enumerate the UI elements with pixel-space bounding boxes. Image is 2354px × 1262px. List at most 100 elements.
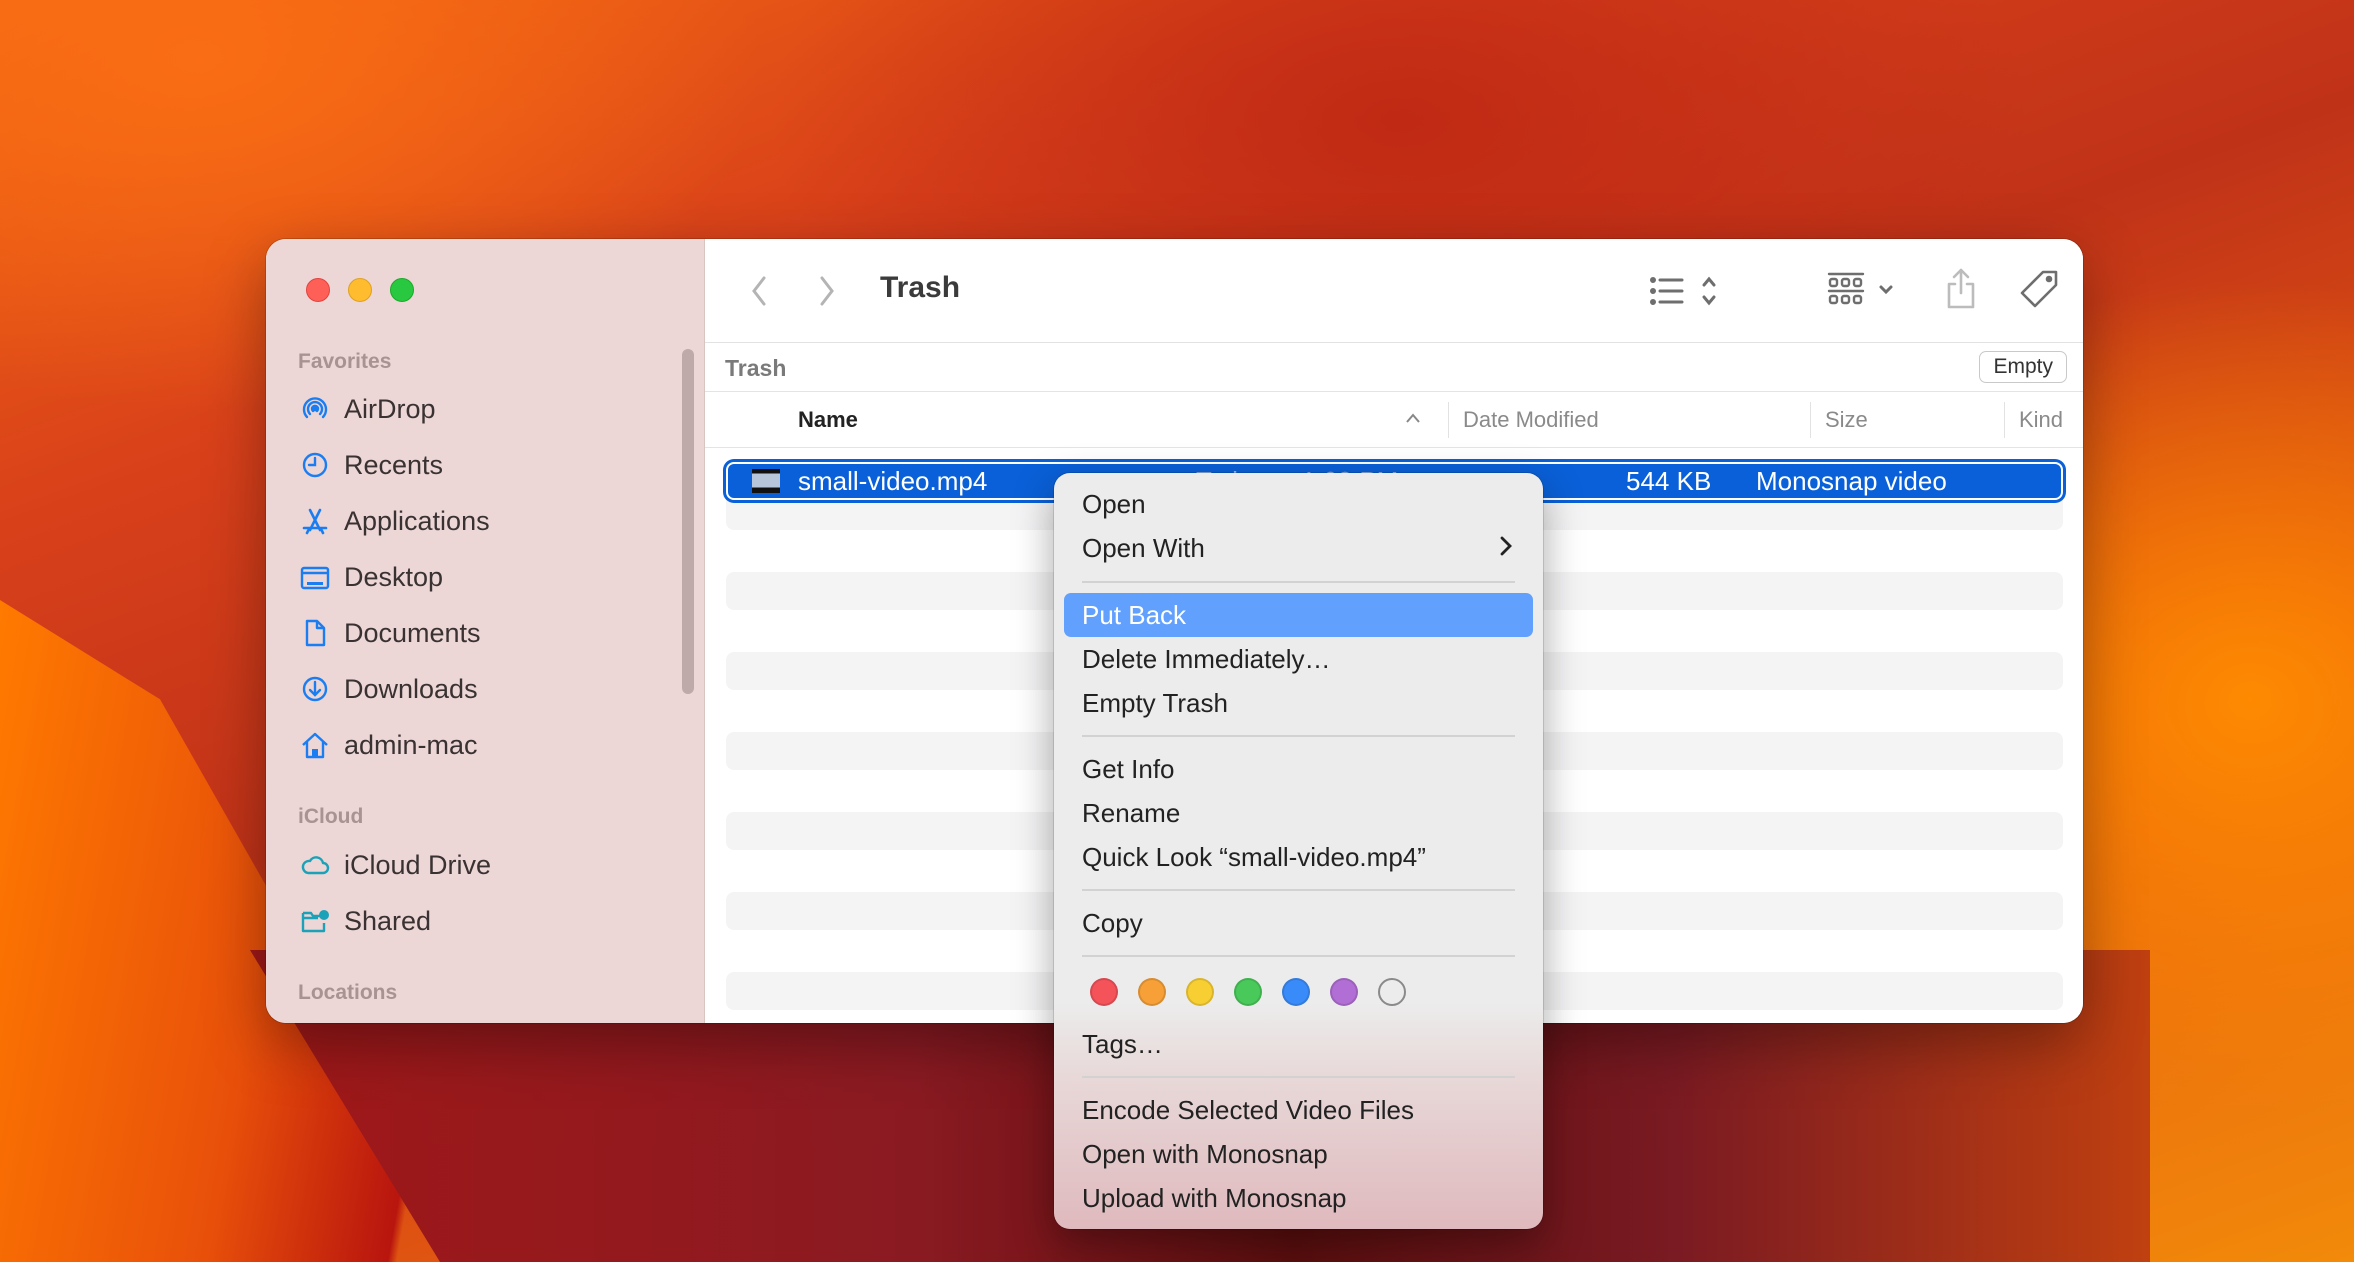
tag-blue[interactable] <box>1282 978 1310 1006</box>
menu-item-copy[interactable]: Copy <box>1064 901 1533 945</box>
sidebar-item-airdrop[interactable]: AirDrop <box>300 387 436 431</box>
column-date-modified[interactable]: Date Modified <box>1463 392 1599 448</box>
menu-item-upload-with-monosnap[interactable]: Upload with Monosnap <box>1064 1176 1533 1220</box>
file-kind: Monosnap video <box>1756 466 1947 496</box>
column-divider[interactable] <box>2004 402 2005 438</box>
sidebar-item-icloud-drive[interactable]: iCloud Drive <box>300 843 491 887</box>
menu-item-label: Get Info <box>1082 753 1175 784</box>
tag-green[interactable] <box>1234 978 1262 1006</box>
menu-item-put-back[interactable]: Put Back <box>1064 593 1533 637</box>
sidebar-item-downloads[interactable]: Downloads <box>300 667 478 711</box>
menu-item-label: Open With <box>1082 532 1205 563</box>
menu-item-quick-look[interactable]: Quick Look “small-video.mp4” <box>1064 835 1533 879</box>
view-mode-button[interactable] <box>1647 269 1727 313</box>
menu-separator <box>1082 955 1515 957</box>
menu-separator <box>1082 889 1515 891</box>
column-name[interactable]: Name <box>798 392 858 448</box>
tag-none[interactable] <box>1378 978 1406 1006</box>
home-icon <box>300 730 330 760</box>
column-header: Name Date Modified Size Kind <box>705 392 2083 448</box>
menu-item-get-info[interactable]: Get Info <box>1064 747 1533 791</box>
applications-icon <box>300 506 330 536</box>
column-divider[interactable] <box>1448 402 1449 438</box>
sidebar-item-label: Desktop <box>344 561 444 592</box>
group-grid-icon <box>1827 271 1903 311</box>
sidebar-item-label: AirDrop <box>344 393 436 424</box>
list-view-icon <box>1649 273 1725 309</box>
sidebar-item-label: Recents <box>344 449 444 480</box>
sidebar-item-documents[interactable]: Documents <box>300 611 481 655</box>
column-divider[interactable] <box>1810 402 1811 438</box>
sidebar-section-icloud: iCloud <box>298 805 364 828</box>
sidebar-item-admin-mac[interactable]: admin-mac <box>300 723 478 767</box>
sidebar-item-label: admin-mac <box>344 729 478 760</box>
tag-orange[interactable] <box>1138 978 1166 1006</box>
menu-item-label: Upload with Monosnap <box>1082 1182 1347 1213</box>
menu-item-label: Copy <box>1082 907 1143 938</box>
sort-ascending-icon[interactable] <box>1405 390 1421 446</box>
sidebar-item-applications[interactable]: Applications <box>300 499 490 543</box>
sidebar-item-desktop[interactable]: Desktop <box>300 555 443 599</box>
chevron-right-icon <box>1499 533 1513 564</box>
menu-item-open-with-monosnap[interactable]: Open with Monosnap <box>1064 1132 1533 1176</box>
menu-item-delete-immediately[interactable]: Delete Immediately… <box>1064 637 1533 681</box>
sidebar-item-label: Downloads <box>344 673 478 704</box>
sidebar-section-favorites: Favorites <box>298 350 392 373</box>
share-icon <box>1945 267 1977 311</box>
tag-red[interactable] <box>1090 978 1118 1006</box>
minimize-button[interactable] <box>348 278 372 302</box>
sidebar-item-recents[interactable]: Recents <box>300 443 443 487</box>
clock-icon <box>300 450 330 480</box>
menu-item-tags[interactable]: Tags… <box>1064 1022 1533 1066</box>
sidebar-item-label: Documents <box>344 617 481 648</box>
menu-separator <box>1082 1076 1515 1078</box>
forward-button[interactable] <box>813 271 841 311</box>
tag-button[interactable] <box>2015 265 2065 315</box>
sidebar-item-label: Shared <box>344 905 432 936</box>
menu-item-label: Tags… <box>1082 1028 1163 1059</box>
menu-item-label: Open with Monosnap <box>1082 1138 1328 1169</box>
menu-separator <box>1082 581 1515 583</box>
context-menu: Open Open With Put Back Delete Immediate… <box>1054 473 1543 1229</box>
menu-item-label: Open <box>1082 488 1146 519</box>
download-icon <box>300 674 330 704</box>
column-kind[interactable]: Kind <box>2019 392 2063 448</box>
video-file-icon <box>752 469 780 493</box>
airdrop-icon <box>300 394 330 424</box>
file-name: small-video.mp4 <box>798 466 988 496</box>
menu-item-label: Delete Immediately… <box>1082 643 1331 674</box>
menu-item-rename[interactable]: Rename <box>1064 791 1533 835</box>
path-bar: Trash Empty <box>705 343 2083 392</box>
window-title: Trash <box>880 271 961 304</box>
tag-purple[interactable] <box>1330 978 1358 1006</box>
tag-color-picker <box>1090 978 1406 1006</box>
menu-separator <box>1082 735 1515 737</box>
tag-yellow[interactable] <box>1186 978 1214 1006</box>
maximize-button[interactable] <box>390 278 414 302</box>
sidebar: Favorites AirDrop Recents Applications D… <box>266 239 705 1023</box>
menu-item-open[interactable]: Open <box>1064 482 1533 526</box>
toolbar: Trash <box>705 239 2083 343</box>
window-controls <box>306 278 414 302</box>
chevron-right-icon <box>817 275 837 307</box>
empty-trash-button[interactable]: Empty <box>1979 351 2067 383</box>
group-button[interactable] <box>1825 269 1905 313</box>
file-size: 544 KB <box>1626 466 1712 496</box>
back-button[interactable] <box>745 271 773 311</box>
share-button[interactable] <box>1939 263 1983 315</box>
sidebar-item-shared[interactable]: Shared <box>300 899 431 943</box>
menu-item-label: Encode Selected Video Files <box>1082 1094 1414 1125</box>
sidebar-section-locations: Locations <box>298 981 398 1004</box>
menu-item-empty-trash[interactable]: Empty Trash <box>1064 681 1533 725</box>
close-button[interactable] <box>306 278 330 302</box>
menu-item-label: Empty Trash <box>1082 687 1228 718</box>
document-icon <box>300 618 330 648</box>
sidebar-scrollbar[interactable] <box>682 349 694 694</box>
shared-folder-icon <box>300 906 330 936</box>
tag-icon <box>2019 269 2061 311</box>
sidebar-item-label: Applications <box>344 505 490 536</box>
column-size[interactable]: Size <box>1825 392 1868 448</box>
menu-item-open-with[interactable]: Open With <box>1064 526 1533 570</box>
menu-item-encode-video[interactable]: Encode Selected Video Files <box>1064 1088 1533 1132</box>
chevron-left-icon <box>749 275 769 307</box>
